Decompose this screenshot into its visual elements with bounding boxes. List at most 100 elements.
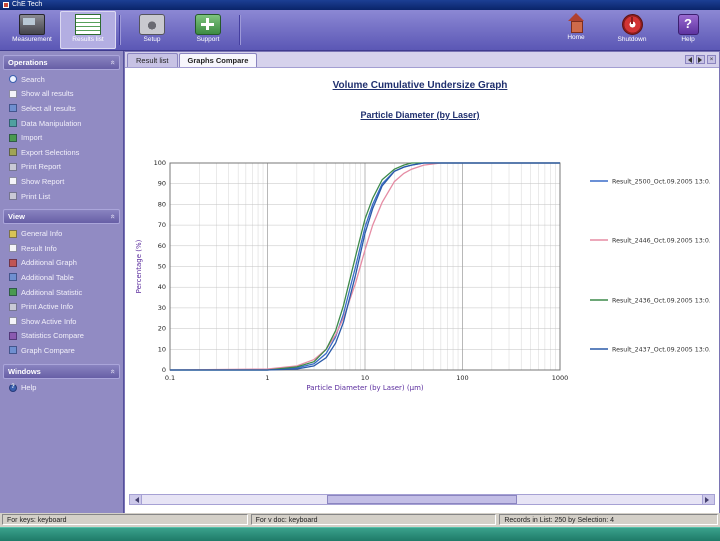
svg-text:1: 1 (265, 374, 269, 382)
svg-text:90: 90 (158, 180, 166, 188)
tab-result-list[interactable]: Result list (127, 53, 178, 67)
sidebar-section-windows[interactable]: Windows « (3, 363, 120, 379)
sidebar-item-print-active-info[interactable]: Print Active Info (6, 299, 120, 314)
show-active-info-icon (9, 317, 17, 326)
sidebar-item-show-report[interactable]: Show Report (6, 174, 120, 189)
measurement-button[interactable]: Measurement (4, 11, 60, 49)
shutdown-label: Shutdown (617, 36, 647, 43)
sidebar-item-general-info[interactable]: General Info (6, 226, 120, 241)
svg-text:1000: 1000 (552, 374, 569, 382)
item-label: Data Manipulation (21, 118, 82, 128)
sidebar-item-graph-compare[interactable]: Graph Compare (6, 343, 120, 358)
svg-text:40: 40 (158, 283, 166, 291)
scroll-right-button[interactable] (702, 495, 714, 504)
right-arrow-icon (705, 496, 712, 503)
sidebar-item-import[interactable]: Import (6, 130, 120, 145)
tab-scroll-left-button[interactable] (685, 55, 694, 64)
home-button[interactable]: Home (548, 11, 604, 49)
item-label: Graph Compare (21, 345, 75, 355)
section-title: Windows (8, 366, 41, 376)
svg-text:Percentage (%): Percentage (%) (135, 239, 143, 293)
item-label: Print Report (21, 162, 62, 172)
sidebar-item-additional-graph[interactable]: Additional Graph (6, 256, 120, 271)
section-title: Operations (8, 58, 48, 67)
help-button[interactable]: Help (660, 11, 716, 49)
select-all-results-icon (9, 104, 17, 113)
sidebar-item-select-all-results[interactable]: Select all results (6, 101, 120, 116)
sidebar-item-result-info[interactable]: Result Info (6, 241, 120, 256)
left-arrow-icon (685, 56, 692, 63)
sidebar-item-data-manipulation[interactable]: Data Manipulation (6, 116, 120, 131)
collapse-chevron-icon[interactable]: « (108, 215, 117, 219)
svg-text:Result_2437_Oct.09.2005 13:0..: Result_2437_Oct.09.2005 13:0... (612, 347, 710, 354)
status-bar: For keys: keyboard For v doc: keyboard R… (0, 513, 720, 527)
sidebar-item-export-selections[interactable]: Export Selections (6, 145, 120, 160)
scroll-left-button[interactable] (130, 495, 142, 504)
item-label: General Info (21, 229, 63, 239)
item-label: Show Report (21, 176, 65, 186)
svg-text:0: 0 (162, 366, 166, 374)
item-label: Show Active Info (21, 316, 77, 326)
right-arrow-icon (698, 56, 705, 63)
svg-text:50: 50 (158, 263, 166, 271)
collapse-chevron-icon[interactable]: « (108, 60, 117, 64)
sidebar-item-additional-statistic[interactable]: Additional Statistic (6, 285, 120, 300)
horizontal-scrollbar[interactable] (129, 494, 715, 505)
tab-scroll-right-button[interactable] (696, 55, 705, 64)
additional-statistic-icon (9, 288, 17, 297)
setup-icon (139, 14, 165, 35)
item-label: Export Selections (21, 147, 80, 157)
data-manipulation-icon (9, 119, 17, 128)
setup-button[interactable]: Setup (124, 11, 180, 49)
item-label: Statistics Compare (21, 331, 84, 341)
sidebar-item-print-list[interactable]: Print List (6, 189, 120, 204)
svg-text:Particle Diameter (by Laser) (: Particle Diameter (by Laser) (µm) (306, 384, 424, 392)
tab-graphs-compare[interactable]: Graphs Compare (178, 53, 258, 67)
sidebar-item-help[interactable]: Help (6, 381, 120, 396)
results-list-button[interactable]: Results list (60, 11, 116, 49)
results-list-label: Results list (72, 36, 104, 43)
section-title: View (8, 212, 25, 222)
help-question-icon (9, 383, 17, 392)
import-icon (9, 133, 17, 142)
sidebar-item-statistics-compare[interactable]: Statistics Compare (6, 329, 120, 344)
svg-text:10: 10 (361, 374, 369, 382)
left-arrow-icon (132, 496, 139, 503)
toolbar-separator (119, 15, 121, 45)
item-label: Print Active Info (21, 302, 74, 312)
sidebar: Operations « Search Show all results Sel… (0, 51, 124, 513)
item-label: Select all results (21, 103, 76, 113)
results-list-icon (75, 14, 101, 35)
support-icon (195, 14, 221, 35)
shutdown-button[interactable]: Shutdown (604, 11, 660, 49)
scrollbar-track[interactable] (142, 495, 702, 504)
sidebar-item-additional-table[interactable]: Additional Table (6, 270, 120, 285)
help-icon (677, 14, 699, 35)
scrollbar-thumb[interactable] (327, 495, 517, 504)
sidebar-section-view[interactable]: View « (3, 209, 120, 225)
item-label: Result Info (21, 243, 57, 253)
item-label: Import (21, 133, 43, 143)
sidebar-item-print-report[interactable]: Print Report (6, 160, 120, 175)
sidebar-item-search[interactable]: Search (6, 72, 120, 87)
measurement-icon (19, 14, 45, 35)
shutdown-icon (621, 14, 643, 35)
sidebar-item-show-active-info[interactable]: Show Active Info (6, 314, 120, 329)
support-label: Support (196, 36, 220, 43)
item-label: Print List (21, 191, 51, 201)
sidebar-section-operations[interactable]: Operations « (3, 55, 120, 70)
show-report-icon (9, 177, 17, 186)
sidebar-item-show-all-results[interactable]: Show all results (6, 87, 120, 102)
collapse-chevron-icon[interactable]: « (108, 369, 117, 373)
item-label: Additional Graph (21, 258, 77, 268)
svg-text:Result_2446_Oct.09.2005 13:0..: Result_2446_Oct.09.2005 13:0... (612, 238, 710, 245)
svg-text:70: 70 (158, 221, 166, 229)
svg-text:100: 100 (456, 374, 468, 382)
print-list-icon (9, 192, 17, 201)
support-button[interactable]: Support (180, 11, 236, 49)
general-info-icon (9, 229, 17, 238)
svg-text:30: 30 (158, 304, 166, 312)
measurement-label: Measurement (12, 36, 52, 43)
tab-close-button[interactable]: × (707, 55, 716, 64)
window-title: ChE Tech (12, 1, 43, 8)
